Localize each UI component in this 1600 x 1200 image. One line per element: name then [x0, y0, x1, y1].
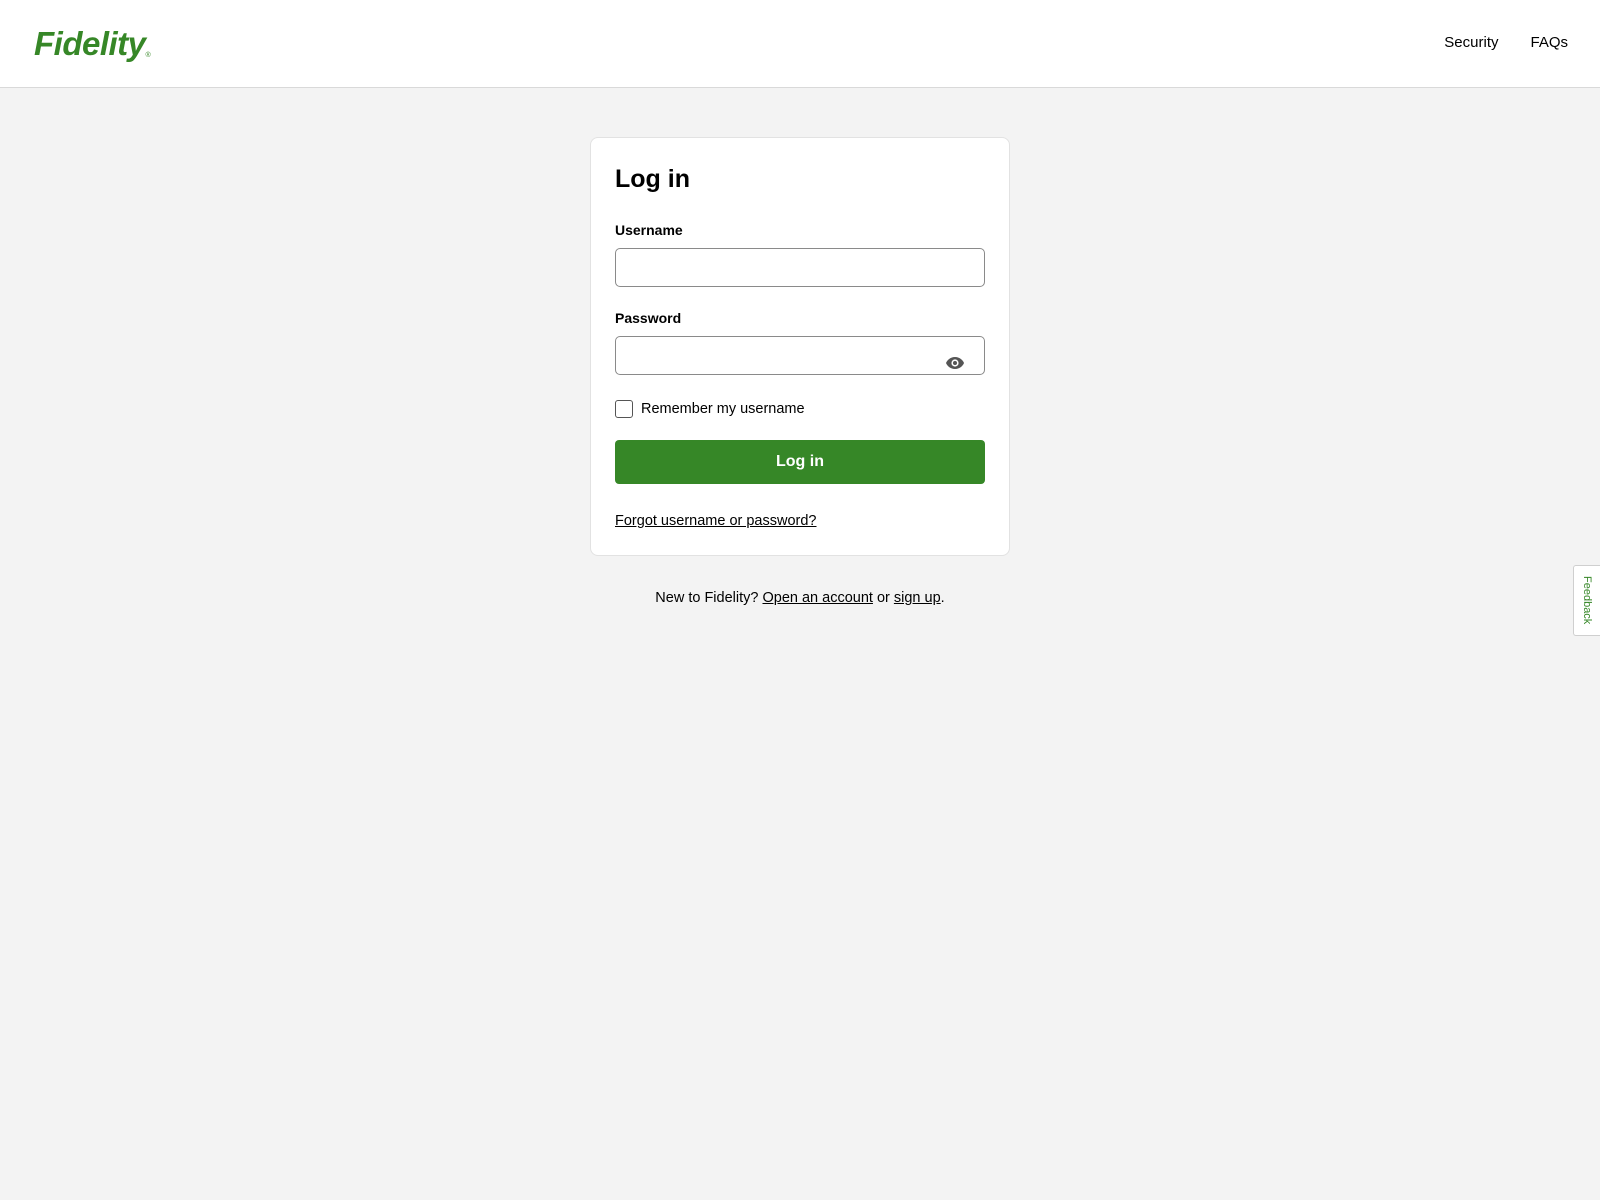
- login-button[interactable]: Log in: [615, 440, 985, 484]
- password-label: Password: [615, 310, 682, 326]
- site-header: Fidelity ® Security FAQs: [0, 0, 1600, 88]
- show-password-eye-icon[interactable]: [943, 351, 967, 375]
- remember-username-row: Remember my username: [615, 400, 805, 418]
- new-to-prefix: New to Fidelity?: [655, 590, 763, 606]
- nav-faqs-link[interactable]: FAQs: [1530, 34, 1568, 52]
- username-label: Username: [615, 222, 683, 238]
- remember-username-checkbox[interactable]: [615, 400, 633, 418]
- registered-mark: ®: [145, 52, 151, 59]
- nav-security-link[interactable]: Security: [1444, 34, 1498, 52]
- logo-text: Fidelity: [34, 25, 146, 62]
- fidelity-logo[interactable]: Fidelity ®: [34, 26, 151, 66]
- eye-icon: [946, 357, 964, 369]
- new-customer-text: New to Fidelity? Open an account or sign…: [0, 589, 1600, 607]
- login-title: Log in: [615, 165, 690, 193]
- or-text: or: [872, 590, 894, 606]
- login-card: Log in Username Password Remember my use…: [590, 137, 1010, 556]
- feedback-tab[interactable]: Feedback: [1573, 565, 1600, 636]
- open-account-link[interactable]: Open an account: [762, 590, 872, 606]
- header-nav: Security FAQs: [1444, 34, 1568, 52]
- forgot-credentials-link[interactable]: Forgot username or password?: [615, 512, 817, 530]
- remember-username-label[interactable]: Remember my username: [641, 400, 805, 418]
- sign-up-link[interactable]: sign up: [894, 590, 941, 606]
- password-input[interactable]: [615, 336, 985, 375]
- period-text: .: [940, 590, 945, 606]
- username-input[interactable]: [615, 248, 985, 287]
- feedback-label: Feedback: [1581, 576, 1593, 625]
